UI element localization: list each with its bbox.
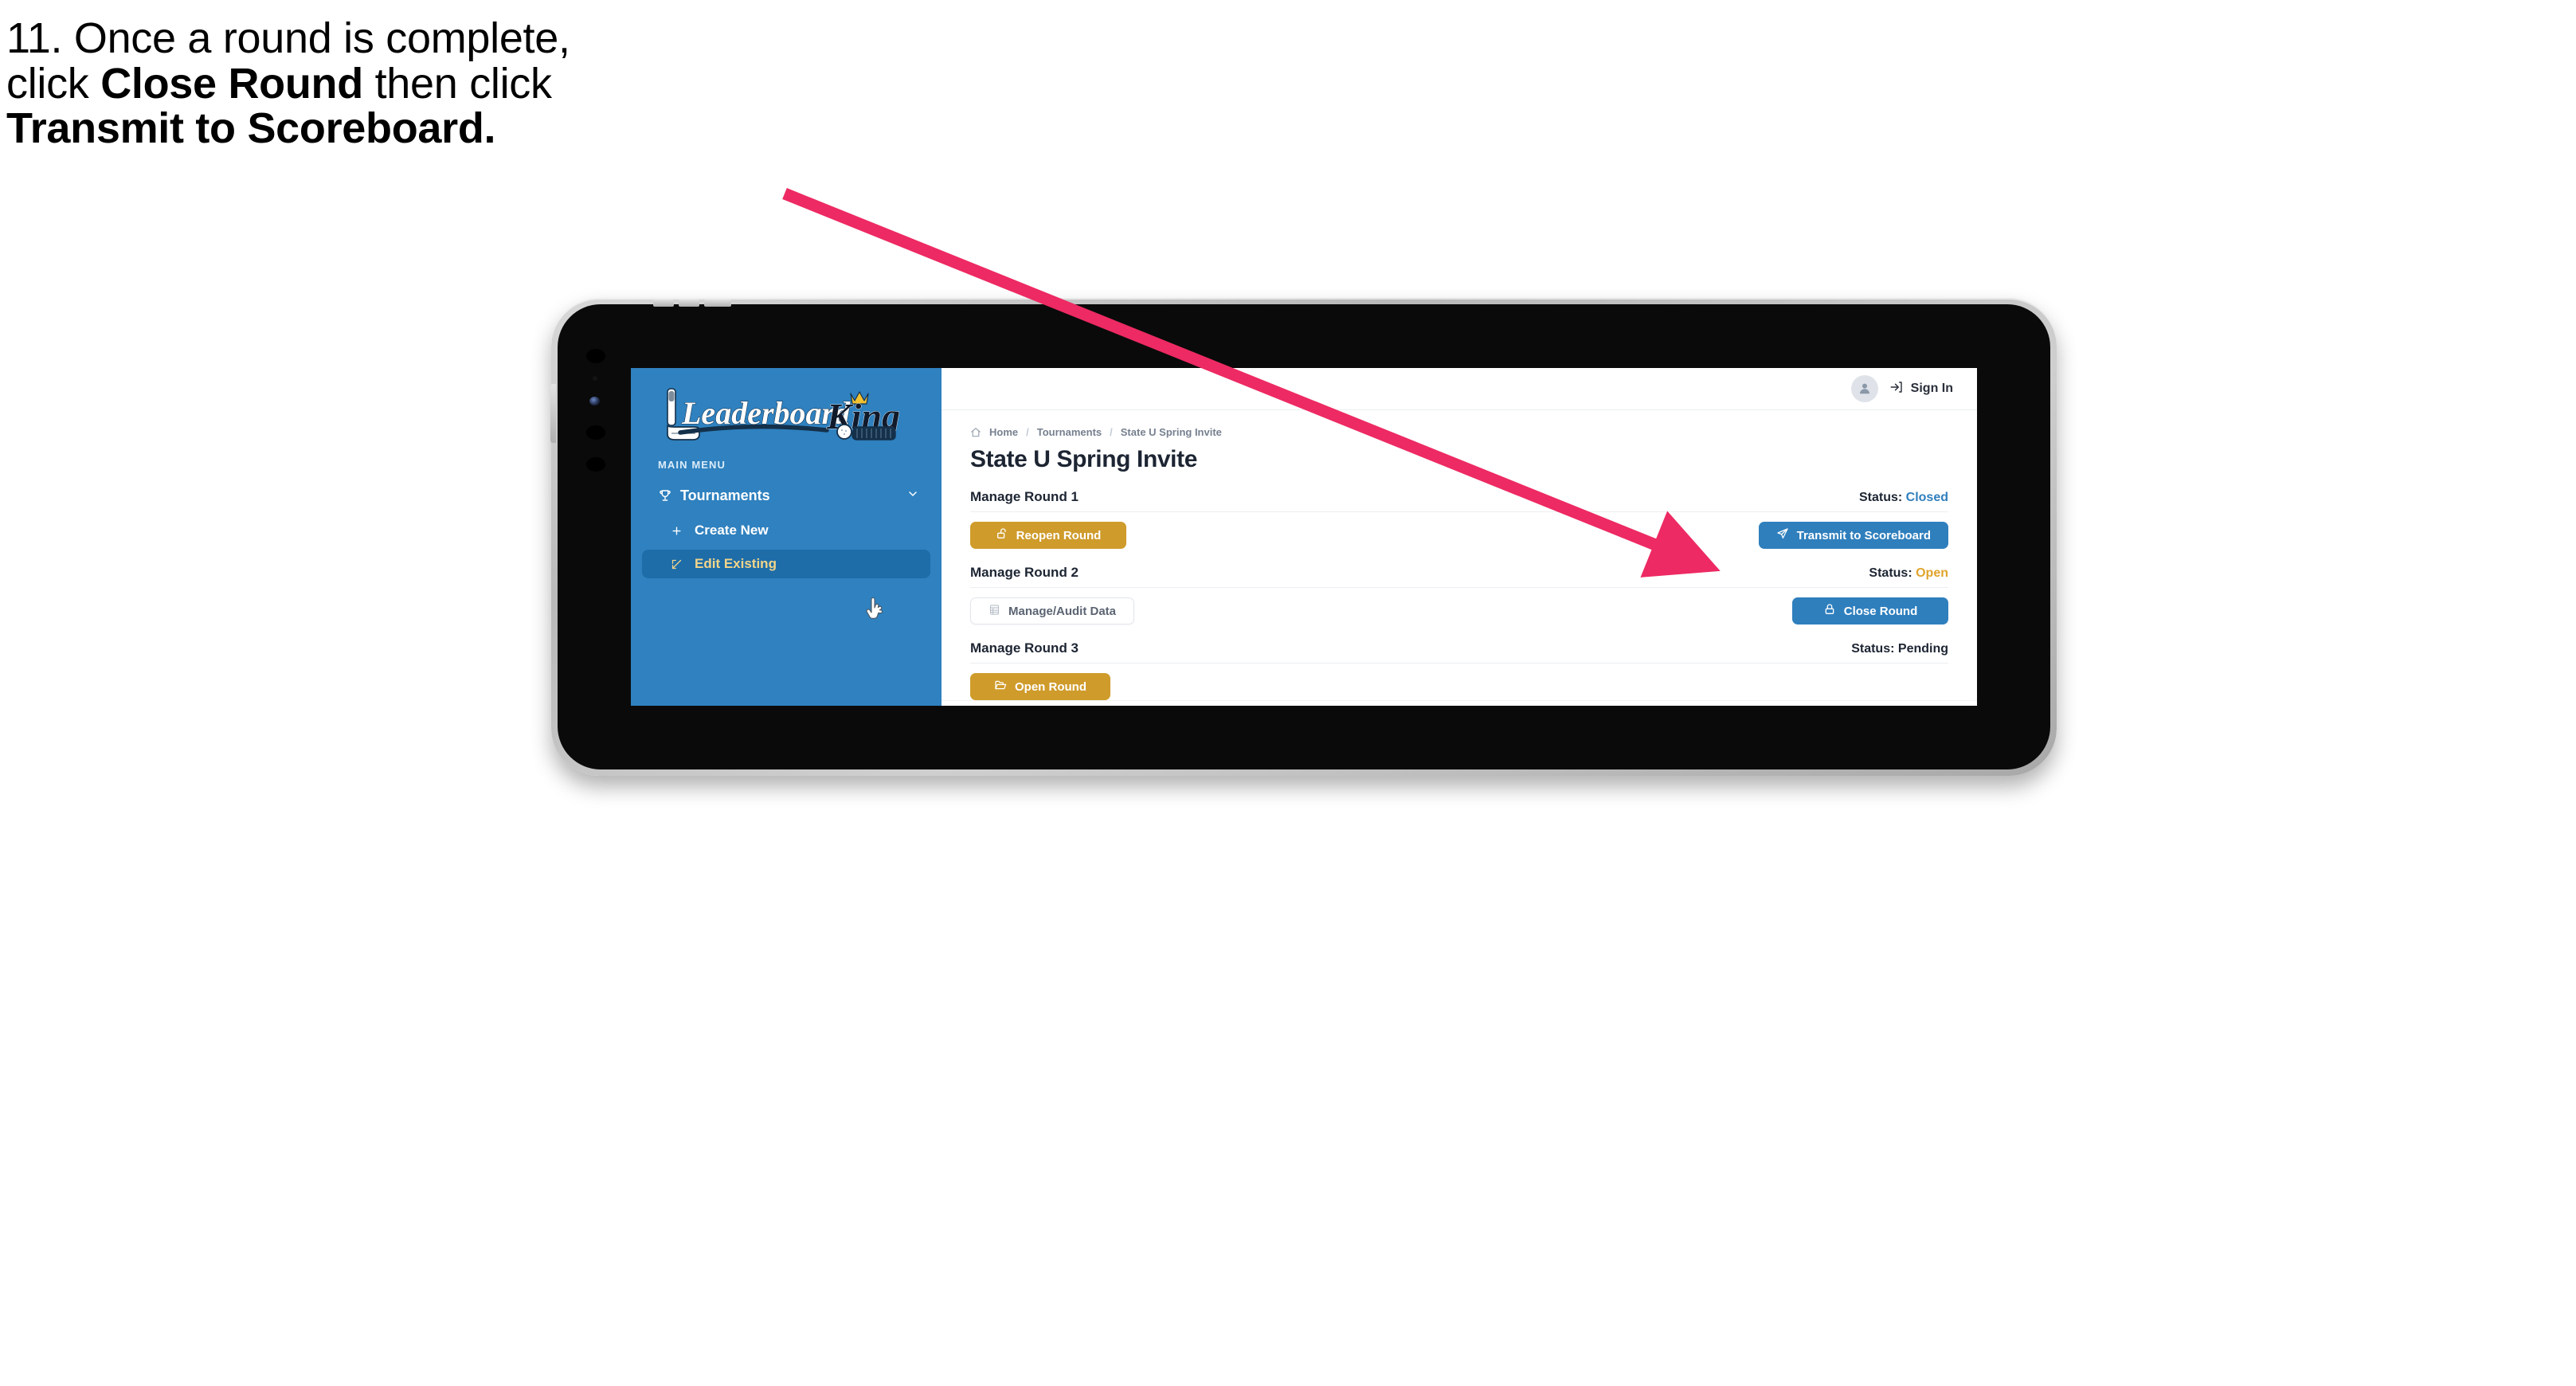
plus-icon [671,525,695,537]
sidebar-item-create-new[interactable]: Create New [642,516,930,545]
round-2-status: Status: Open [1869,566,1948,581]
caption-line-1: 11. Once a round is complete, [6,16,851,61]
golf-ball-icon [836,424,852,440]
breadcrumb-item-tournaments[interactable]: Tournaments [1037,426,1102,438]
reopen-round-label: Reopen Round [1016,528,1102,542]
folder-open-icon [994,679,1007,695]
chevron-down-icon[interactable] [906,487,919,504]
round-3-actions: Open Round [970,673,1948,700]
breadcrumb-item-home[interactable]: Home [989,426,1018,438]
avatar[interactable] [1850,375,1878,402]
tablet-device-mockup: Leaderboard King MAIN MENU Tournaments C… [550,298,2057,776]
app-content: Sign In Home / Tournaments / State U Spr… [942,368,1977,706]
close-round-label: Close Round [1843,604,1918,618]
instruction-caption: 11. Once a round is complete, click Clos… [6,16,851,151]
breadcrumb-item-current: State U Spring Invite [1120,426,1222,438]
tablet-speaker-dot-bottom [586,457,605,472]
round-1-header: Manage Round 1 Status: Closed [970,489,1948,512]
app-sidebar: Leaderboard King MAIN MENU Tournaments C… [631,368,942,706]
open-round-button[interactable]: Open Round [970,673,1110,700]
sidebar-item-edit-existing-label: Edit Existing [695,556,777,571]
round-2-header: Manage Round 2 Status: Open [970,565,1948,588]
caption-line-2-suffix: then click [362,59,552,108]
close-round-button[interactable]: Close Round [1792,597,1948,624]
manage-audit-data-label: Manage/Audit Data [1008,604,1117,618]
table-grid-icon [989,604,1000,619]
page-title: State U Spring Invite [970,446,1197,472]
sidebar-section-label: MAIN MENU [658,459,726,471]
sidebar-nav-group: Tournaments Create New Edit Existing [631,480,942,578]
trophy-icon [658,488,680,503]
reopen-round-button[interactable]: Reopen Round [970,522,1126,549]
round-3-header: Manage Round 3 Status: Pending [970,640,1948,664]
edit-square-icon [671,558,695,570]
caption-line-2-prefix: click [6,59,101,108]
tablet-sensor-dot [593,376,597,381]
tablet-left-edge-button [550,384,556,443]
transmit-to-scoreboard-label: Transmit to Scoreboard [1796,528,1931,542]
manage-audit-data-button[interactable]: Manage/Audit Data [970,597,1135,624]
round-1-status: Status: Closed [1859,491,1948,505]
app-main: Home / Tournaments / State U Spring Invi… [942,410,1977,700]
tablet-speaker-dot-mid [586,425,605,440]
tablet-power-button [704,300,731,307]
sidebar-item-tournaments[interactable]: Tournaments [631,480,942,511]
sidebar-item-tournaments-label: Tournaments [680,487,770,503]
home-icon[interactable] [970,427,981,438]
tablet-camera-lens [589,397,600,405]
open-round-label: Open Round [1015,679,1086,694]
round-section-1: Manage Round 1 Status: Closed Reopen Rou… [970,489,1948,549]
user-avatar-icon [1859,383,1869,394]
caption-line-2: click Close Round then click [6,61,851,107]
round-3-title: Manage Round 3 [970,640,1079,656]
tablet-volume-button-1 [653,300,674,307]
putter-head-icon [851,426,896,440]
tablet-volume-button-2 [679,300,699,307]
sign-in-button[interactable]: Sign In [1889,380,1953,398]
send-plane-icon [1776,527,1789,543]
status-prefix: Status: [1858,491,1903,504]
sign-in-arrow-icon [1889,380,1904,398]
tablet-screen: Leaderboard King MAIN MENU Tournaments C… [631,368,1977,706]
status-badge: Closed [1905,491,1948,504]
sidebar-item-create-new-label: Create New [695,523,769,538]
round-2-title: Manage Round 2 [970,565,1079,580]
status-badge: Pending [1897,642,1948,656]
status-prefix: Status: [1869,566,1912,580]
round-1-title: Manage Round 1 [970,489,1079,504]
app-footer: Product Features Pricing Resources Terms… [942,700,1977,706]
lock-closed-icon [1823,603,1836,619]
sidebar-item-edit-existing[interactable]: Edit Existing [642,550,930,578]
round-section-3: Manage Round 3 Status: Pending Open Roun… [970,640,1948,700]
round-2-actions: Manage/Audit Data Close Round [970,597,1948,624]
round-3-status: Status: Pending [1851,642,1948,656]
round-1-actions: Reopen Round Transmit to Scoreboard [970,522,1948,549]
caption-line-3-bold: Transmit to Scoreboard. [6,104,496,153]
breadcrumb: Home / Tournaments / State U Spring Invi… [970,426,1948,438]
leaderboardking-logo[interactable]: Leaderboard King [656,386,903,446]
caption-line-2-bold: Close Round [100,59,363,108]
status-badge: Open [1916,566,1948,580]
tablet-speaker-dot-top [586,349,605,363]
caption-line-3: Transmit to Scoreboard. [6,106,851,151]
breadcrumb-separator: / [1110,426,1113,438]
status-prefix: Status: [1851,642,1895,656]
transmit-to-scoreboard-button[interactable]: Transmit to Scoreboard [1758,522,1948,549]
sign-in-label: Sign In [1910,382,1953,395]
app-topbar: Sign In [942,368,1977,410]
breadcrumb-separator: / [1026,426,1029,438]
unlock-icon [996,527,1008,543]
round-section-2: Manage Round 2 Status: Open Manage/Audit… [970,565,1948,624]
caption-line-1-text: 11. Once a round is complete, [6,14,570,62]
